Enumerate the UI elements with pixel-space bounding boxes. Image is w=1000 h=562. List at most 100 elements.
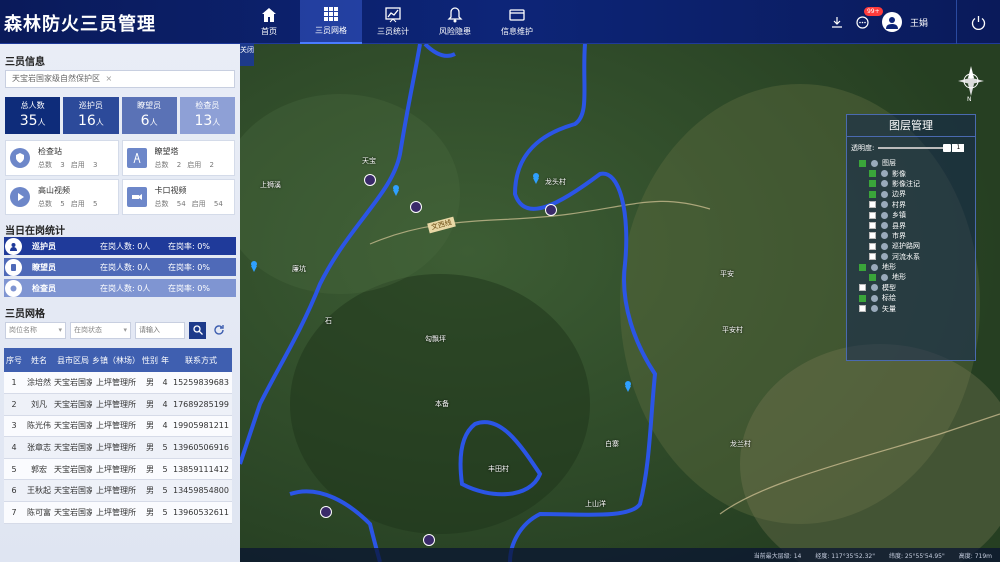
duty-row-patrol[interactable]: 巡护员 在岗人数: 0人 在岗率: 0% [4,237,236,255]
table-cell: 涂培然 [24,372,54,395]
layer-item[interactable]: 模型 [847,283,975,293]
table-cell: 2 [4,393,24,416]
table-row[interactable]: 3 陈光伟 天宝岩国家 上坪管理所男 4 19905981211 [4,415,232,438]
map-place-label: 天宝 [362,157,376,165]
layer-item[interactable]: 市界 [847,231,975,241]
duty-row-inspector[interactable]: 检查员 在岗人数: 0人 在岗率: 0% [4,279,236,297]
layer-checkbox[interactable] [869,190,876,198]
search-button[interactable] [189,321,206,339]
layer-item[interactable]: 河流水系 [847,252,975,262]
map-poi-icon[interactable] [364,174,376,186]
avatar[interactable] [881,12,902,32]
layer-checkbox[interactable] [859,294,866,302]
layer-checkbox[interactable] [869,211,876,219]
table-cell: 男 [140,458,160,481]
stat-patrol[interactable]: 巡护员 16人 [63,97,119,134]
layer-item[interactable]: 边界 [847,189,975,199]
layer-item[interactable]: 村界 [847,200,975,210]
map-pin-icon[interactable] [530,172,542,184]
map-pin-icon[interactable] [390,184,402,196]
logout-button[interactable] [956,0,1000,44]
message-button[interactable]: 99+ [850,0,883,44]
slider-knob[interactable] [943,144,952,152]
altitude: 高度: 719m [958,552,992,560]
layer-checkbox[interactable] [859,159,866,167]
layer-item[interactable]: 图层 [847,158,975,168]
layer-item[interactable]: 影像 [847,168,975,178]
post-name-select[interactable]: 岗位名称 [5,321,66,339]
nav-stats[interactable]: 三员统计 [362,0,424,44]
stat-total[interactable]: 总人数 35人 [5,97,61,134]
download-button[interactable] [824,0,850,44]
table-row[interactable]: 7 陈可富 天宝岩国家 上坪管理所男 5 13960532611 [4,501,232,524]
nav-home[interactable]: 首页 [238,0,300,44]
table-cell: 4 [160,393,170,416]
nav-info[interactable]: 信息维护 [486,0,548,44]
layer-label: 模型 [882,283,896,292]
table-header-cell: 年 [160,348,170,372]
layer-label: 边界 [892,190,906,199]
map-pin-icon[interactable] [248,260,260,272]
map-poi-icon[interactable] [320,506,332,518]
layer-checkbox[interactable] [869,170,876,178]
opacity-value[interactable]: 1 [952,144,965,152]
layer-checkbox[interactable] [859,305,866,313]
table-row[interactable]: 1 涂培然 天宝岩国家 上坪管理所男 4 15259839683 [4,372,232,395]
post-card-checkpoint[interactable]: 检查站 总数 3 启用 3 [5,140,119,176]
section-title-info: 三员信息 [5,57,45,68]
layer-item[interactable]: 影像注记 [847,179,975,189]
layer-item[interactable]: 地形 [847,272,975,282]
layer-checkbox[interactable] [869,222,876,230]
refresh-button[interactable] [210,322,227,339]
chart-icon [385,7,401,23]
layer-item[interactable]: 矢量 [847,303,975,313]
layer-tree: 图层 影像 影像注记 边界 村界 乡镇 县界 市界 巡护路网 河流水系 地形 地形 模型 标绘 矢量 [847,158,975,314]
map-status-bar: 当前最大层级: 14 经度: 117°35'52.32" 纬度: 25°55'5… [240,548,1000,562]
map-poi-icon[interactable] [410,201,422,213]
layer-checkbox[interactable] [869,201,876,209]
layer-item[interactable]: 地形 [847,262,975,272]
table-row[interactable]: 5 郭宏 天宝岩国家 上坪管理所男 5 13859111412 [4,458,232,481]
layer-icon [881,242,888,250]
table-cell: 男 [140,393,160,416]
compass-icon[interactable]: N [956,64,986,102]
map-poi-icon[interactable] [545,204,557,216]
layer-label: 矢量 [882,304,896,313]
search-input[interactable] [135,321,185,339]
duty-row-lookout[interactable]: 瞭望员 在岗人数: 0人 在岗率: 0% [4,258,236,276]
post-card-gate-video[interactable]: 卡口视频 总数 54 启用 54 [121,179,235,215]
map-view[interactable]: 关闭 天宝 龙头村 勾飘坪 丰田村 上山洋 白寨 本备 龙兰村 平安 平安村石廉坑 上狮溪 文西线 … [240,44,1000,562]
layer-checkbox[interactable] [869,180,876,188]
layer-checkbox[interactable] [869,253,876,261]
nav-risk[interactable]: 风险隐患 [424,0,486,44]
layer-checkbox[interactable] [869,242,876,250]
map-pin-icon[interactable] [622,380,634,392]
opacity-slider[interactable] [878,144,952,152]
layer-checkbox[interactable] [869,273,876,281]
layer-checkbox[interactable] [859,263,866,271]
stat-lookout[interactable]: 瞭望员 6人 [121,97,177,134]
close-panel-button[interactable]: 关闭 [240,44,254,66]
status-select[interactable]: 在岗状态 [70,321,131,339]
table-row[interactable]: 2 刘凡 天宝岩国家 上坪管理所男 4 17689285199 [4,393,232,416]
username[interactable]: 王娟 [910,16,928,29]
table-row[interactable]: 4 张章志 天宝岩国家 上坪管理所男 5 13960506916 [4,436,232,459]
layer-item[interactable]: 巡护路网 [847,241,975,251]
nav-grid[interactable]: 三员网格 [300,0,362,44]
layer-item[interactable]: 乡镇 [847,210,975,220]
layer-item[interactable]: 县界 [847,220,975,230]
layer-checkbox[interactable] [859,284,866,292]
layer-icon [881,273,888,281]
table-cell: 上坪管理所 [92,436,140,459]
table-row[interactable]: 6 王秋起 天宝岩国家 上坪管理所男 5 13459854800 [4,479,232,503]
stat-inspector[interactable]: 检查员 13人 [179,97,235,134]
post-card-mountain-video[interactable]: 高山视频 总数 5 启用 5 [5,179,119,215]
area-select[interactable]: 天宝岩国家级自然保护区 × [5,70,235,88]
clear-icon[interactable]: × [106,74,113,83]
table-cell: 陈光伟 [24,415,54,438]
map-poi-icon[interactable] [423,534,435,546]
post-card-tower[interactable]: 瞭望塔 总数 2 启用 2 [121,140,235,176]
layer-checkbox[interactable] [869,232,876,240]
layer-item[interactable]: 标绘 [847,293,975,303]
table-cell: 郭宏 [24,458,54,481]
